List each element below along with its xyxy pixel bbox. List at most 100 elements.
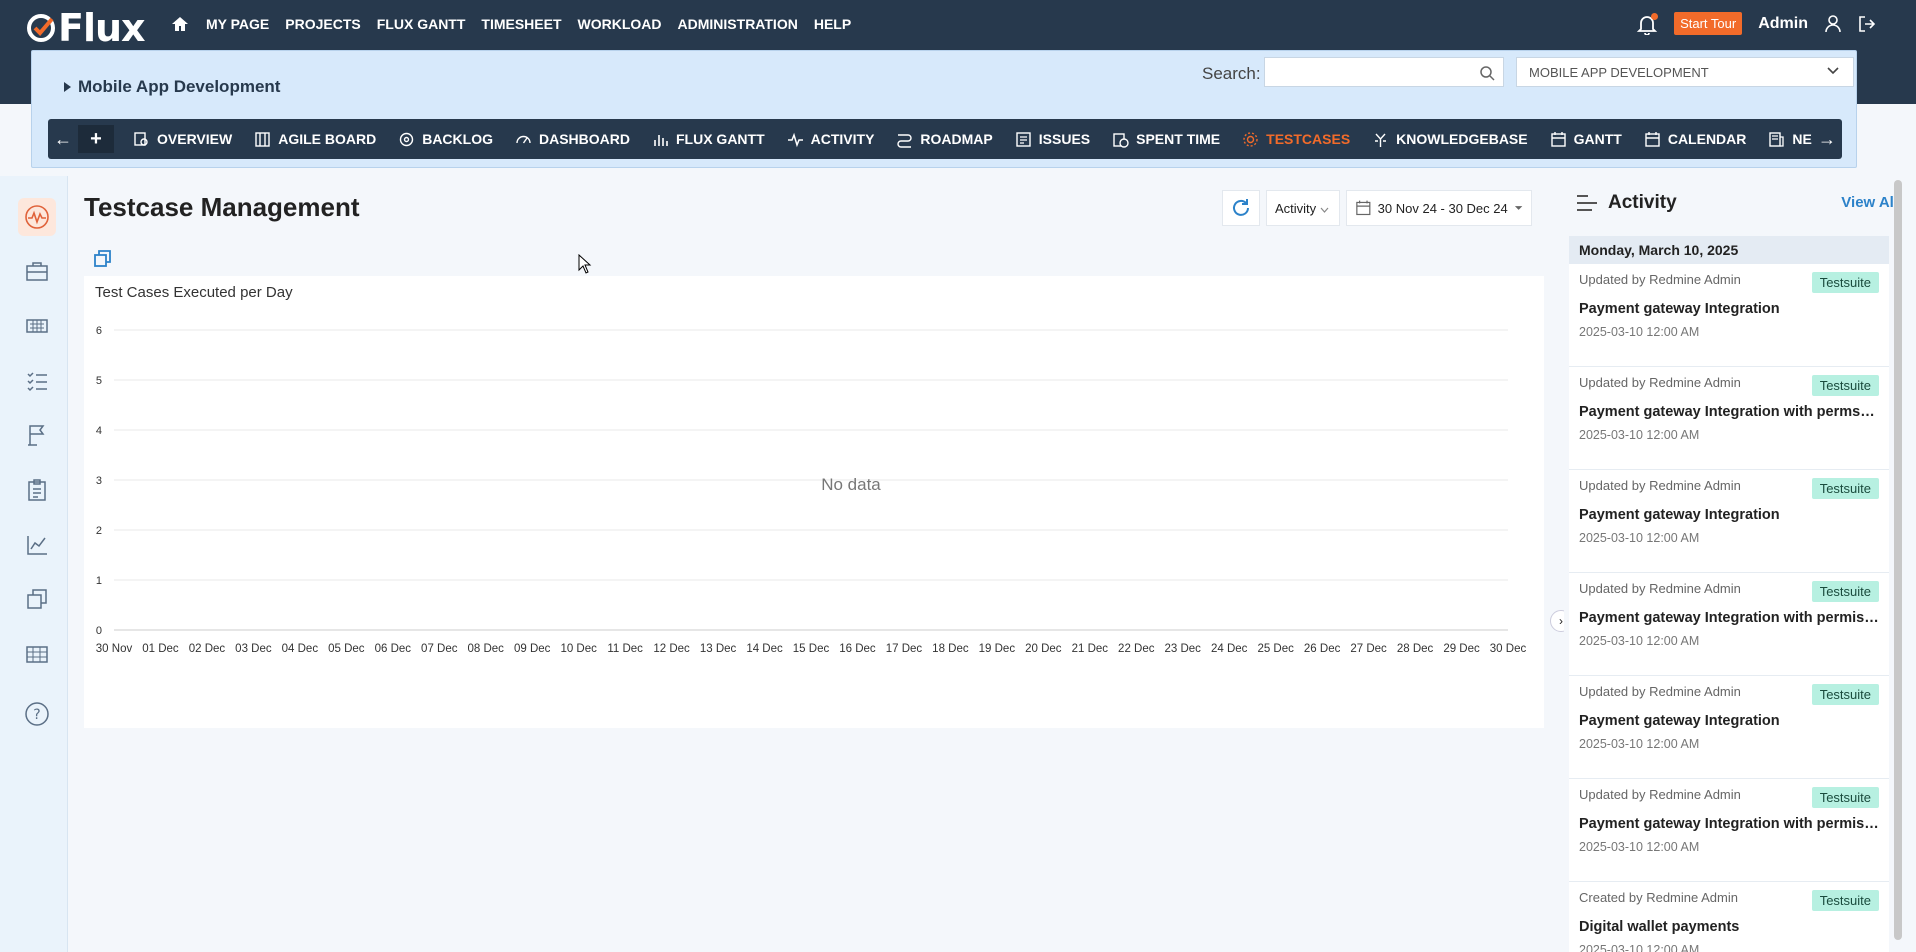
help-icon[interactable]: ? — [18, 695, 56, 733]
x-tick-label: 06 Dec — [375, 643, 412, 655]
add-button[interactable]: + — [78, 125, 114, 153]
top-nav: MY PAGE PROJECTS FLUX GANTT TIMESHEET WO… — [170, 14, 851, 34]
user-name[interactable]: Admin — [1758, 15, 1808, 33]
activity-item-name[interactable]: Payment gateway Integration with permiss… — [1579, 816, 1879, 832]
notification-dot — [1651, 12, 1659, 20]
search-icon[interactable] — [1479, 65, 1495, 81]
notification-bell-icon[interactable] — [1636, 12, 1659, 36]
activity-type-badge: Testsuite — [1811, 272, 1879, 293]
search-input[interactable] — [1264, 57, 1504, 87]
copy-docs-icon[interactable] — [18, 580, 56, 618]
flag-icon[interactable] — [18, 416, 56, 454]
activity-item-name[interactable]: Payment gateway Integration — [1579, 301, 1879, 317]
activity-item[interactable]: Updated by Redmine Admin Testsuite Payment… — [1569, 367, 1889, 470]
activity-item-name[interactable]: Payment gateway Integration — [1579, 713, 1879, 729]
activity-item-name[interactable]: Digital wallet payments — [1579, 919, 1879, 935]
dashboard-icon — [516, 135, 531, 143]
activity-item[interactable]: Updated by Redmine Admin Testsuite Payment… — [1569, 470, 1889, 573]
tab-testcases[interactable]: TESTCASES — [1231, 131, 1361, 148]
date-range-picker[interactable]: 30 Nov 24 - 30 Dec 24 — [1346, 190, 1532, 226]
tab-gantt[interactable]: GANTT — [1539, 131, 1633, 148]
mouse-cursor-icon — [578, 254, 592, 274]
activity-type-badge: Testsuite — [1811, 787, 1879, 808]
activity-scrollbar[interactable] — [1894, 180, 1902, 940]
activity-type-badge: Testsuite — [1811, 478, 1879, 499]
x-tick-label: 28 Dec — [1397, 643, 1434, 655]
tab-issues[interactable]: ISSUES — [1004, 131, 1101, 148]
issues-icon — [1016, 131, 1031, 147]
tab-label: NEWS — [1792, 131, 1812, 147]
tab-label: ISSUES — [1038, 131, 1091, 147]
view-all-link[interactable]: View All — [1841, 194, 1898, 211]
activity-dropdown[interactable]: Activity — [1266, 190, 1340, 226]
gear-icon — [1243, 131, 1258, 147]
board-icon — [255, 131, 270, 147]
activity-item[interactable]: Updated by Redmine Admin Testsuite Payment… — [1569, 779, 1889, 882]
nav-projects[interactable]: PROJECTS — [285, 16, 360, 32]
tab-backlog[interactable]: BACKLOG — [387, 131, 504, 148]
activity-wave-icon[interactable] — [18, 198, 56, 236]
activity-item[interactable]: Created by Redmine Admin Testsuite Digital… — [1569, 882, 1889, 952]
tabs-scroll-left-button[interactable]: ← — [48, 129, 78, 150]
tab-roadmap[interactable]: ROADMAP — [885, 131, 1003, 148]
x-tick-label: 20 Dec — [1025, 643, 1062, 655]
activity-timestamp: 2025-03-10 12:00 AM — [1579, 428, 1700, 442]
user-icon[interactable] — [1824, 14, 1842, 33]
tab-news[interactable]: NEWS — [1757, 131, 1812, 148]
backlog-icon — [400, 132, 414, 146]
nav-workload[interactable]: WORKLOAD — [578, 16, 662, 32]
checklist-icon[interactable] — [18, 362, 56, 400]
activity-item-name[interactable]: Payment gateway Integration with permiss… — [1579, 610, 1879, 626]
y-tick-label: 0 — [96, 625, 102, 637]
briefcase-icon[interactable] — [18, 252, 56, 290]
tab-label: KNOWLEDGEBASE — [1396, 131, 1528, 147]
x-tick-label: 25 Dec — [1257, 643, 1294, 655]
y-tick-label: 1 — [96, 575, 102, 587]
x-tick-label: 04 Dec — [282, 643, 319, 655]
project-title[interactable]: Mobile App Development — [62, 77, 280, 97]
nav-help[interactable]: HELP — [814, 16, 851, 32]
nav-administration[interactable]: ADMINISTRATION — [678, 16, 798, 32]
activity-item-name[interactable]: Payment gateway Integration with permssi… — [1579, 404, 1879, 420]
top-right-controls: Start Tour Admin — [1636, 12, 1876, 36]
activity-item[interactable]: Updated by Redmine Admin Testsuite Payment… — [1569, 573, 1889, 676]
x-tick-label: 07 Dec — [421, 643, 458, 655]
x-tick-label: 22 Dec — [1118, 643, 1155, 655]
line-chart-icon[interactable] — [18, 526, 56, 564]
tab-label: GANTT — [1573, 131, 1622, 147]
tab-agile-board[interactable]: AGILE BOARD — [243, 131, 387, 148]
start-tour-button[interactable]: Start Tour — [1674, 12, 1743, 35]
tab-knowledgebase[interactable]: KNOWLEDGEBASE — [1361, 131, 1538, 148]
x-tick-label: 17 Dec — [886, 643, 923, 655]
x-tick-label: 30 Dec — [1490, 643, 1527, 655]
tab-label: SPENT TIME — [1136, 131, 1221, 147]
keyboard-icon[interactable] — [18, 307, 56, 345]
tab-activity[interactable]: ACTIVITY — [776, 131, 886, 148]
nav-my-page[interactable]: MY PAGE — [206, 16, 269, 32]
flux-logo[interactable]: Flux — [26, 6, 146, 50]
nav-timesheet[interactable]: TIMESHEET — [481, 16, 561, 32]
tab-calendar[interactable]: CALENDAR — [1633, 131, 1758, 148]
tab-overview[interactable]: OVERVIEW — [122, 131, 243, 148]
activity-item[interactable]: Updated by Redmine Admin Testsuite Payment… — [1569, 264, 1889, 367]
tab-dashboard[interactable]: DASHBOARD — [504, 131, 641, 148]
project-panel: Mobile App Development Search: MOBILE AP… — [31, 50, 1857, 168]
table-icon[interactable] — [18, 635, 56, 673]
gantt-icon — [1550, 131, 1566, 147]
home-icon[interactable] — [170, 14, 190, 34]
copy-button[interactable] — [92, 248, 114, 275]
activity-item-name[interactable]: Payment gateway Integration — [1579, 507, 1879, 523]
tabs-scroll-right-button[interactable]: → — [1812, 129, 1842, 150]
tab-label: FLUX GANTT — [675, 131, 765, 147]
clipboard-icon[interactable] — [18, 471, 56, 509]
chevron-down-icon — [1827, 67, 1839, 75]
project-selector[interactable]: MOBILE APP DEVELOPMENT — [1516, 57, 1854, 87]
refresh-button[interactable] — [1222, 190, 1260, 226]
activity-timestamp: 2025-03-10 12:00 AM — [1579, 531, 1700, 545]
y-tick-label: 4 — [96, 425, 102, 437]
nav-flux-gantt[interactable]: FLUX GANTT — [377, 16, 466, 32]
logout-icon[interactable] — [1858, 15, 1876, 33]
tab-flux-gantt[interactable]: FLUX GANTT — [641, 131, 776, 148]
activity-item[interactable]: Updated by Redmine Admin Testsuite Payment… — [1569, 676, 1889, 779]
tab-spent-time[interactable]: SPENT TIME — [1101, 131, 1231, 148]
